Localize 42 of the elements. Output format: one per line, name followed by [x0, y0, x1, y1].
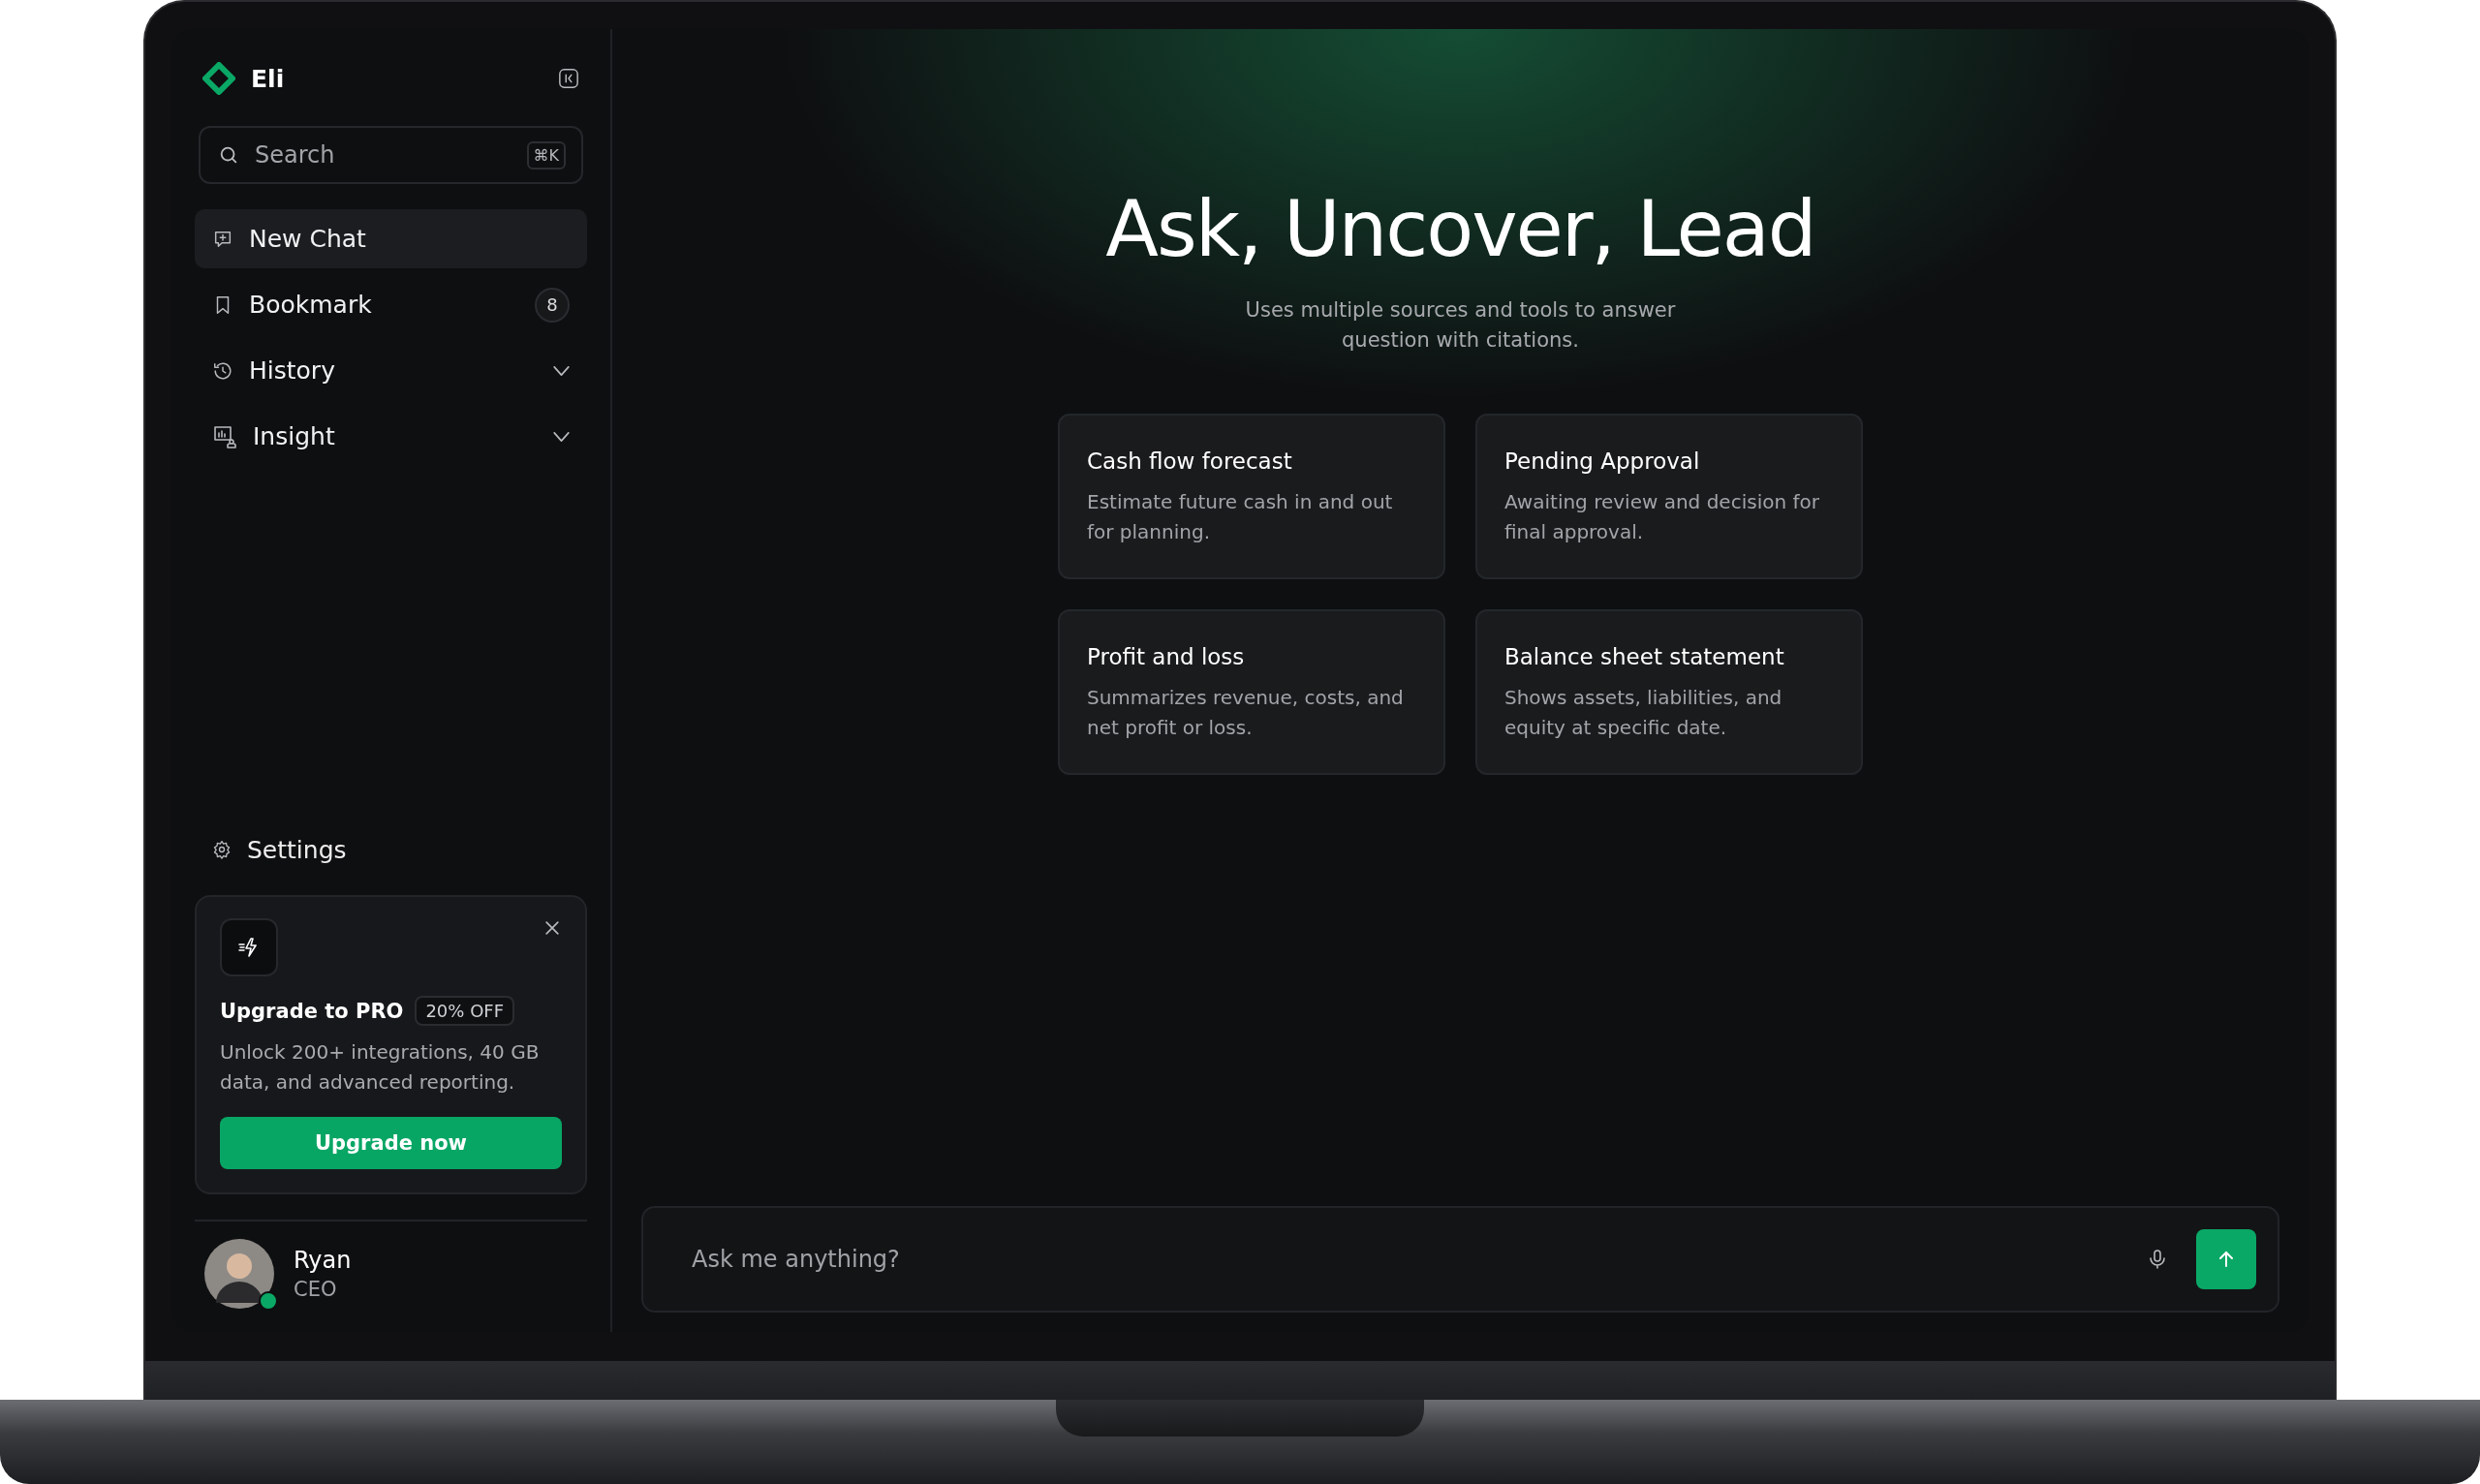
card-title: Pending Approval — [1504, 448, 1701, 474]
prompt-bar[interactable]: Ask me anything? — [641, 1206, 2279, 1313]
suggestion-card[interactable]: Cash flow forecast Estimate future cash in and out for planning. — [1058, 414, 1445, 579]
card-title: Cash flow forecast — [1087, 448, 1293, 474]
sidebar-item[interactable]: Bookmark 8 — [195, 275, 587, 334]
suggestion-card[interactable]: Profit and loss Summarizes revenue, costs, and net profit or loss. — [1058, 609, 1445, 775]
brand-name: Eli — [251, 64, 286, 93]
sidebar-item[interactable]: New Chat — [195, 209, 587, 268]
speed-bolt-icon — [220, 918, 278, 976]
promo-text: Unlock 200+ integrations, 40 GB data, and advanced reporting. — [220, 1039, 541, 1096]
card-title: Profit and loss — [1087, 644, 1246, 669]
card-description: Estimate future cash in and out for planning. — [1087, 489, 1394, 545]
card-title: Balance sheet statement — [1504, 644, 1785, 669]
collapse-sidebar-button[interactable] — [558, 68, 579, 89]
user-role: CEO — [294, 1278, 338, 1301]
card-description: Summarizes revenue, costs, and net profit or loss. — [1087, 685, 1405, 741]
chevron-down-icon — [553, 431, 570, 442]
discount-tag: 20% OFF — [415, 996, 515, 1026]
page-subtitle: Uses multiple sources and tools to answer question with citations. — [1244, 297, 1677, 354]
chart-user-icon — [212, 423, 237, 449]
avatar — [204, 1239, 274, 1309]
shortcut-key: ⌘K — [526, 140, 566, 170]
chevron-down-icon — [553, 365, 570, 376]
sidebar-item[interactable]: History — [195, 341, 587, 400]
promo-title: Upgrade to PRO — [220, 999, 404, 1023]
search-bar[interactable]: Search ⌘K — [199, 126, 583, 184]
card-description: Awaiting review and decision for final approval. — [1504, 489, 1820, 545]
logo-icon — [202, 62, 235, 95]
suggestion-card[interactable]: Balance sheet statement Shows assets, liabilities, and equity at specific date. — [1475, 609, 1863, 775]
settings-icon — [212, 840, 232, 859]
suggestion-card[interactable]: Pending Approval Awaiting review and decision for final approval. — [1475, 414, 1863, 579]
history-icon — [212, 359, 233, 382]
page-heading: Ask, Uncover, Lead — [1105, 184, 1815, 274]
search-field[interactable]: Search — [253, 140, 513, 170]
search-icon — [218, 144, 239, 166]
prompt-field[interactable]: Ask me anything? — [690, 1245, 2119, 1274]
count-badge: 8 — [535, 287, 570, 323]
card-description: Shows assets, liabilities, and equity at specific date. — [1504, 685, 1783, 741]
close-button[interactable] — [542, 918, 562, 938]
sidebar-item[interactable]: Insight — [195, 407, 587, 466]
settings-link[interactable]: Settings — [195, 825, 587, 874]
user-name: Ryan — [294, 1247, 352, 1274]
